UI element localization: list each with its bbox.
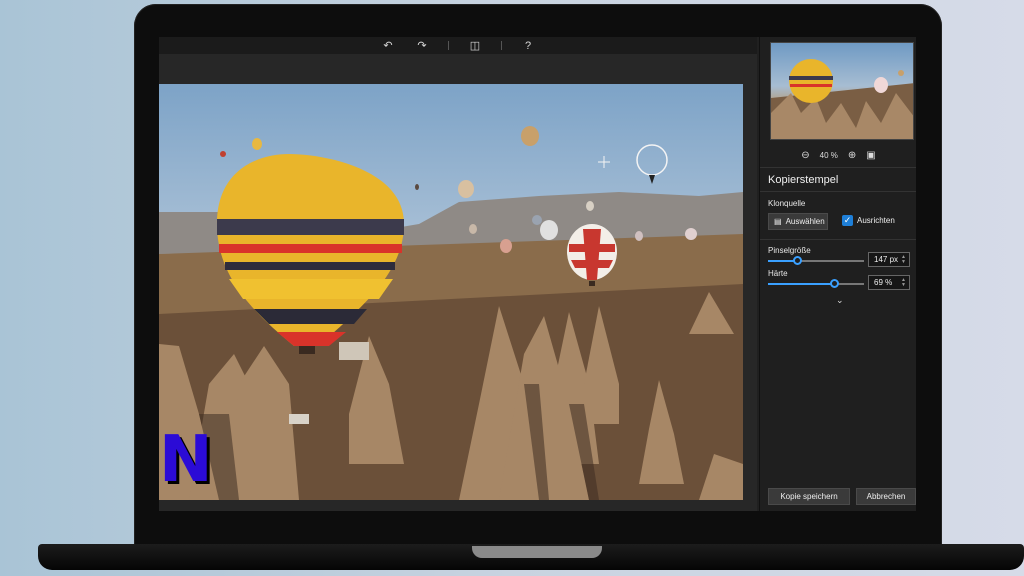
hardness-slider[interactable] bbox=[768, 279, 864, 289]
clone-brush-cursor bbox=[636, 144, 668, 176]
toolbar-divider bbox=[501, 41, 502, 50]
divider bbox=[760, 239, 916, 240]
canvas-bottom-strip bbox=[159, 500, 757, 511]
thumbnail-image bbox=[771, 59, 913, 139]
help-icon[interactable]: ? bbox=[520, 40, 536, 52]
align-label: Ausrichten bbox=[857, 216, 895, 225]
select-source-label: Auswählen bbox=[785, 217, 825, 226]
divider bbox=[760, 167, 916, 168]
compare-icon[interactable]: ◫ bbox=[467, 39, 483, 52]
undo-icon[interactable]: ↶ bbox=[380, 39, 396, 52]
brand-logo: N bbox=[159, 423, 213, 497]
cancel-button[interactable]: Abbrechen bbox=[856, 488, 916, 505]
toolbar-divider bbox=[448, 41, 449, 50]
chevron-down-icon[interactable]: ⌄ bbox=[836, 295, 844, 306]
checkmark-icon[interactable]: ✓ bbox=[842, 215, 853, 226]
image-icon: ▤ bbox=[774, 217, 782, 226]
divider bbox=[760, 191, 916, 192]
building bbox=[339, 342, 369, 360]
select-source-button[interactable]: ▤ Auswählen bbox=[768, 213, 828, 230]
align-checkbox[interactable]: ✓ Ausrichten bbox=[842, 215, 895, 226]
hardness-value: 69 % bbox=[874, 278, 893, 287]
top-toolbar: ↶ ↷ ◫ ? bbox=[159, 37, 757, 54]
clone-brush-cursor bbox=[649, 175, 655, 184]
brush-size-value: 147 px bbox=[874, 255, 899, 264]
canvas-area: N bbox=[159, 54, 757, 511]
redo-icon[interactable]: ↷ bbox=[414, 39, 430, 52]
zoom-level: 40 % bbox=[819, 150, 838, 160]
save-copy-button[interactable]: Kopie speichern bbox=[768, 488, 850, 505]
balloon-photo bbox=[159, 126, 743, 500]
fit-screen-icon[interactable]: ▣ bbox=[866, 150, 875, 161]
clone-source-label: Klonquelle bbox=[768, 199, 806, 208]
zoom-out-icon[interactable]: ⊖ bbox=[801, 150, 809, 161]
tool-panel: ⊖ 40 % ⊕ ▣ Kopierstempel Klonquelle ▤ Au… bbox=[759, 37, 916, 511]
photo-canvas[interactable]: N bbox=[159, 84, 743, 500]
zoom-in-icon[interactable]: ⊕ bbox=[848, 150, 856, 161]
hardness-field[interactable]: 69 % ▲ ▼ bbox=[868, 275, 910, 290]
zoom-controls: ⊖ 40 % ⊕ ▣ bbox=[760, 148, 916, 162]
spinner-icon[interactable]: ▲ ▼ bbox=[901, 254, 906, 265]
laptop-notch bbox=[472, 546, 602, 558]
spinner-icon[interactable]: ▲ ▼ bbox=[901, 277, 906, 288]
slider-fill bbox=[768, 283, 835, 285]
crosshair-cursor bbox=[598, 156, 610, 168]
app-window: ↶ ↷ ◫ ? N ⊖ 40 % ⊕ ▣ Kopierstempel Klonq… bbox=[159, 37, 916, 511]
brush-size-slider[interactable] bbox=[768, 256, 864, 266]
brush-size-field[interactable]: 147 px ▲ ▼ bbox=[868, 252, 910, 267]
slider-handle[interactable] bbox=[792, 256, 802, 265]
building bbox=[289, 414, 309, 424]
hardness-label: Härte bbox=[768, 269, 788, 278]
navigator-thumbnail[interactable] bbox=[770, 42, 914, 140]
tool-title: Kopierstempel bbox=[768, 174, 839, 186]
slider-handle[interactable] bbox=[830, 279, 840, 288]
brush-size-label: Pinselgröße bbox=[768, 246, 811, 255]
